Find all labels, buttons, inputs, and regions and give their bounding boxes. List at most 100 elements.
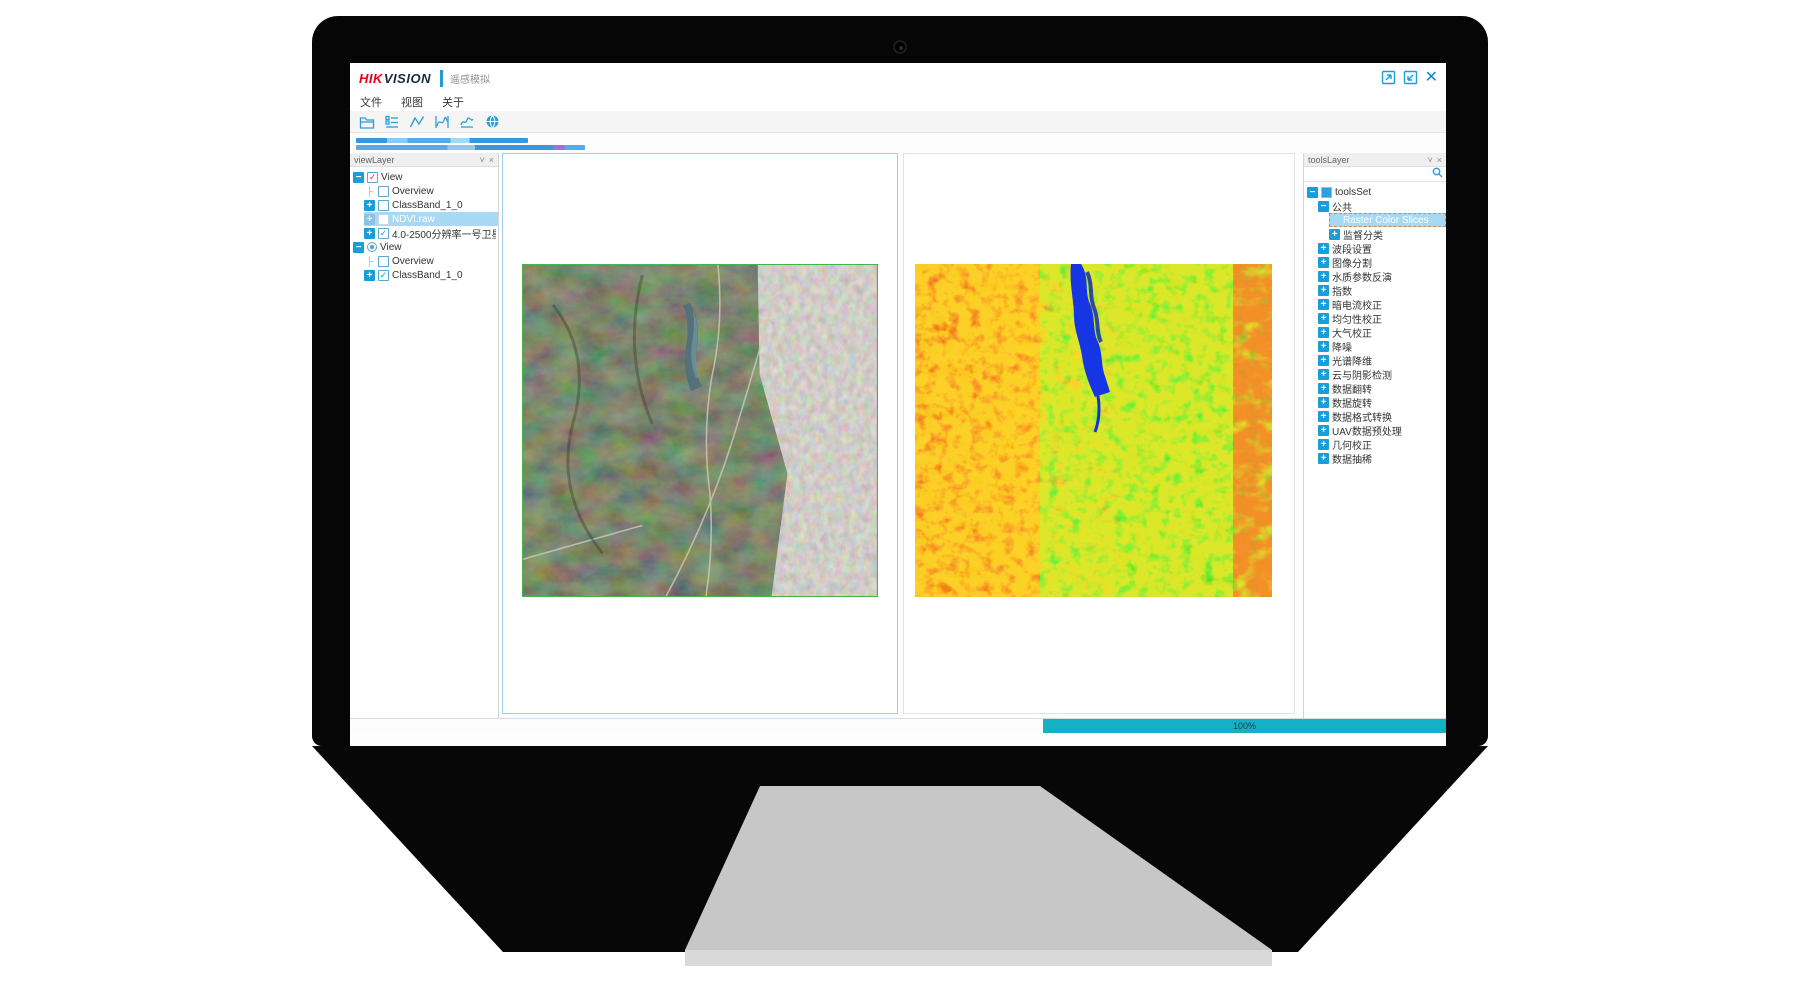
title-bar: HIK VISION 遥感模拟 ✕: [350, 63, 1446, 93]
expander-icon[interactable]: [353, 172, 364, 183]
expander-icon[interactable]: [364, 214, 375, 225]
collapse-panel-icon[interactable]: ˅: [479, 155, 484, 165]
classification-image[interactable]: [915, 264, 1272, 597]
layer-tree-row[interactable]: ClassBand_1_0: [364, 268, 498, 282]
layer-tree-row[interactable]: Overview: [364, 184, 498, 198]
map-view-right[interactable]: [903, 153, 1295, 714]
tool-label: 指数: [1332, 283, 1352, 297]
expander-icon[interactable]: [1318, 201, 1329, 212]
expander-icon[interactable]: [1318, 257, 1329, 268]
tool-label: 数据抽稀: [1332, 451, 1372, 465]
expander-icon[interactable]: [364, 186, 375, 197]
expander-icon[interactable]: [364, 228, 375, 239]
expander-icon[interactable]: [1318, 397, 1329, 408]
tool-label: 降噪: [1332, 339, 1352, 353]
tool-tree-row[interactable]: 数据翻转: [1318, 381, 1446, 395]
expander-icon[interactable]: [364, 270, 375, 281]
tools-search-input[interactable]: [1307, 168, 1432, 180]
expander-icon[interactable]: [364, 256, 375, 267]
tool-tree-row[interactable]: 降噪: [1318, 339, 1446, 353]
expander-icon[interactable]: [1318, 369, 1329, 380]
expander-icon[interactable]: [1318, 439, 1329, 450]
collapse-panel-icon[interactable]: ˅: [1427, 155, 1432, 165]
satellite-image[interactable]: [522, 264, 878, 597]
tool-tree-row[interactable]: toolsSet: [1307, 185, 1446, 199]
expander-icon[interactable]: [1318, 453, 1329, 464]
close-window-icon[interactable]: ✕: [1425, 70, 1438, 85]
menu-item[interactable]: 视图: [401, 94, 423, 110]
tool-tree-row[interactable]: 均匀性校正: [1318, 311, 1446, 325]
tool-tree-row[interactable]: 公共: [1318, 199, 1446, 213]
layer-tree-row[interactable]: NDVI.raw: [364, 212, 498, 226]
layer-label: View: [380, 242, 402, 253]
toolbar: [350, 111, 1446, 133]
search-icon[interactable]: [1432, 165, 1443, 183]
tool-label: 水质参数反演: [1332, 269, 1392, 283]
expander-icon[interactable]: [1318, 411, 1329, 422]
visibility-checkbox[interactable]: [378, 214, 389, 225]
visibility-checkbox[interactable]: [378, 270, 389, 281]
expander-icon[interactable]: [1318, 341, 1329, 352]
expander-icon[interactable]: [1318, 327, 1329, 338]
expander-icon[interactable]: [1318, 243, 1329, 254]
expander-icon[interactable]: [1318, 355, 1329, 366]
expander-icon[interactable]: [1329, 229, 1340, 240]
tool-tree-row[interactable]: 数据格式转换: [1318, 409, 1446, 423]
expander-icon[interactable]: [353, 242, 364, 253]
restore-window-icon[interactable]: [1381, 70, 1396, 85]
expander-icon[interactable]: [1318, 285, 1329, 296]
map-view-left[interactable]: [502, 153, 898, 714]
status-bar: 100%: [350, 718, 1446, 732]
polyline-icon[interactable]: [408, 113, 426, 131]
tool-label: 数据格式转换: [1332, 409, 1392, 423]
expander-icon[interactable]: [1307, 187, 1318, 198]
tool-label: 暗电流校正: [1332, 297, 1382, 311]
menu-item[interactable]: 关于: [442, 94, 464, 110]
visibility-checkbox[interactable]: [378, 256, 389, 267]
layer-label: View: [381, 172, 403, 183]
tools-panel: toolsLayer ˅ × toolsSet: [1303, 153, 1446, 718]
band-wave-icon[interactable]: [458, 113, 476, 131]
expander-icon[interactable]: [364, 200, 375, 211]
tool-tree-row[interactable]: 暗电流校正: [1318, 297, 1446, 311]
close-panel-icon[interactable]: ×: [489, 155, 494, 165]
globe-icon[interactable]: [483, 113, 501, 131]
layer-tree-row[interactable]: 4.0-2500分辨率一号卫星数据.img: [364, 226, 498, 240]
spectrum-curve-icon[interactable]: [433, 113, 451, 131]
layer-tree-row[interactable]: ClassBand_1_0: [364, 198, 498, 212]
layer-tree-row[interactable]: View: [353, 170, 498, 184]
tool-tree-row[interactable]: 水质参数反演: [1318, 269, 1446, 283]
expander-icon[interactable]: [1318, 313, 1329, 324]
tool-tree-row[interactable]: 指数: [1318, 283, 1446, 297]
tool-tree-row[interactable]: 波段设置: [1318, 241, 1446, 255]
tool-tree-row[interactable]: 数据抽稀: [1318, 451, 1446, 465]
tool-tree-row[interactable]: 数据旋转: [1318, 395, 1446, 409]
tool-label: 数据旋转: [1332, 395, 1372, 409]
tool-tree-row[interactable]: 图像分割: [1318, 255, 1446, 269]
tool-tree-row[interactable]: Raster Color Slices: [1329, 213, 1446, 227]
open-file-icon[interactable]: [358, 113, 376, 131]
visibility-checkbox[interactable]: [378, 200, 389, 211]
tool-tree-row[interactable]: 监督分类: [1329, 227, 1446, 241]
visibility-checkbox[interactable]: [378, 228, 389, 239]
expander-icon[interactable]: [1318, 425, 1329, 436]
layer-label: 4.0-2500分辨率一号卫星数据.img: [392, 226, 496, 240]
tool-tree-row[interactable]: 云与阴影检测: [1318, 367, 1446, 381]
tool-tree-row[interactable]: UAV数据预处理: [1318, 423, 1446, 437]
maximize-window-icon[interactable]: [1403, 70, 1418, 85]
tools-panel-title: toolsLayer: [1308, 155, 1350, 165]
expander-icon[interactable]: [1318, 271, 1329, 282]
expander-icon[interactable]: [1318, 383, 1329, 394]
tool-tree-row[interactable]: 几何校正: [1318, 437, 1446, 451]
layer-panel: viewLayer ˅ × View Overview: [350, 153, 499, 718]
visibility-checkbox[interactable]: [367, 172, 378, 183]
tool-tree-row[interactable]: 光谱降维: [1318, 353, 1446, 367]
visibility-checkbox[interactable]: [378, 186, 389, 197]
layer-tree-row[interactable]: Overview: [364, 254, 498, 268]
tool-tree-row[interactable]: 大气校正: [1318, 325, 1446, 339]
layer-tree-row[interactable]: View: [353, 240, 498, 254]
close-panel-icon[interactable]: ×: [1437, 155, 1442, 165]
layer-list-icon[interactable]: [383, 113, 401, 131]
expander-icon[interactable]: [1318, 299, 1329, 310]
menu-item[interactable]: 文件: [360, 94, 382, 110]
